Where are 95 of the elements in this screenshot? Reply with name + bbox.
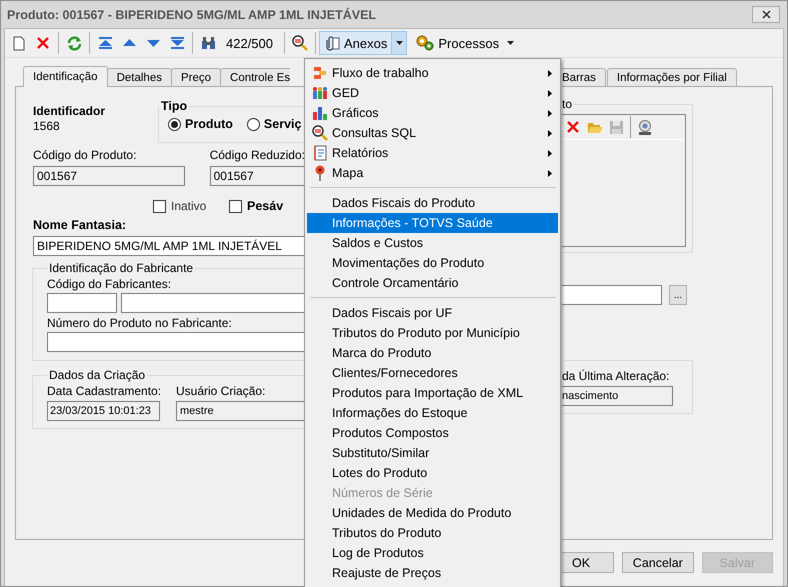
close-button[interactable]	[752, 6, 780, 23]
group-title: Identificação do Fabricante	[48, 261, 194, 275]
menu-item[interactable]: Clientes/Fornecedores	[307, 363, 558, 383]
last-record-icon[interactable]	[170, 37, 184, 49]
tab[interactable]: Informações por Filial	[606, 68, 737, 86]
group-title: to	[562, 97, 574, 111]
dialog-button[interactable]: Cancelar	[622, 552, 694, 573]
menu-item[interactable]: Substituto/Similar	[307, 443, 558, 463]
input-field[interactable]	[47, 332, 305, 352]
input-field[interactable]	[121, 293, 305, 313]
report-icon	[312, 145, 326, 161]
tab[interactable]: Identificação	[23, 66, 108, 87]
attachment-list[interactable]	[562, 114, 686, 247]
checkbox[interactable]: Pesáv	[229, 199, 305, 213]
lookup-button[interactable]: ...	[669, 285, 687, 305]
identifier-value: 1568	[33, 119, 61, 133]
menu-item[interactable]: GED	[307, 83, 558, 103]
delete-icon[interactable]	[36, 36, 50, 50]
radio-button[interactable]: Serviç	[246, 117, 302, 131]
close-icon	[762, 10, 770, 19]
menu-item[interactable]: Saldos e Custos	[307, 233, 558, 253]
checkbox[interactable]: Inativo	[153, 199, 229, 213]
field-label: Nome Fantasia:	[33, 218, 128, 232]
menu-item[interactable]: Tributos do Produto por Município	[307, 323, 558, 343]
input-field[interactable]: BIPERIDENO 5MG/ML AMP 1ML INJETÁVEL	[33, 236, 305, 256]
submenu-arrow-icon	[548, 170, 552, 176]
menu-item[interactable]: Gráficos	[307, 103, 558, 123]
menu-item[interactable]: Dados Fiscais por UF	[307, 303, 558, 323]
field-label: Código do Produto:	[33, 148, 138, 162]
window-title: Produto: 001567 - BIPERIDENO 5MG/ML AMP 1ML INJETÁVEL	[7, 8, 376, 22]
people-icon	[312, 86, 328, 100]
field-label: da Última Alteração:	[562, 369, 670, 383]
delete-icon[interactable]	[566, 120, 580, 134]
menu-item[interactable]: Unidades de Medida do Produto	[307, 503, 558, 523]
submenu-arrow-icon	[548, 70, 552, 76]
down-arrow-icon[interactable]	[146, 39, 160, 47]
field-label: Usuário Criação:	[176, 384, 266, 398]
input-field[interactable]: 001567	[210, 166, 305, 186]
tab[interactable]: Barras	[562, 68, 606, 86]
input-field[interactable]: nascimento	[562, 386, 673, 406]
workflow-icon	[312, 66, 326, 80]
field-label: Código do Fabricantes:	[47, 277, 172, 291]
menu-item[interactable]: Log de Produtos	[307, 543, 558, 563]
new-document-icon[interactable]	[13, 36, 25, 50]
record-counter: 422/500	[225, 36, 274, 50]
paperclip-icon	[324, 35, 340, 51]
input-field[interactable]: mestre	[176, 401, 305, 421]
tab[interactable]: Controle Es	[220, 68, 290, 86]
tab[interactable]: Preço	[170, 68, 222, 86]
field-label: Data Cadastramento:	[47, 384, 162, 398]
webcam-icon[interactable]	[638, 120, 652, 134]
menu-item[interactable]: Informações do Estoque	[307, 403, 558, 423]
field-label: Código Reduzido:	[210, 148, 305, 162]
submenu-arrow-icon	[548, 90, 552, 96]
up-arrow-icon[interactable]	[122, 39, 136, 47]
toolbar-button[interactable]: Anexos	[319, 31, 408, 55]
caret-icon	[396, 41, 403, 45]
input-field[interactable]: 23/03/2015 10:01:23	[47, 401, 160, 421]
tab[interactable]: Detalhes	[106, 68, 172, 86]
menu-item[interactable]: Tributos do Produto	[307, 523, 558, 543]
binoculars-icon[interactable]	[200, 36, 216, 50]
caret-icon	[506, 41, 514, 45]
gears-icon	[416, 35, 434, 51]
sql-search-icon[interactable]	[292, 35, 308, 51]
magnifier-icon	[312, 125, 328, 141]
menu-item[interactable]: Produtos Compostos	[307, 423, 558, 443]
menu-item[interactable]: Fluxo de trabalho	[307, 63, 558, 83]
menu-item[interactable]: Marca do Produto	[307, 343, 558, 363]
menu-item[interactable]: Consultas SQL	[307, 123, 558, 143]
menu-item[interactable]: Movimentações do Produto	[307, 253, 558, 273]
input-field[interactable]: 001567	[33, 166, 185, 186]
menu-item[interactable]: Mapa	[307, 163, 558, 183]
field-label: Identificador	[33, 104, 106, 118]
menu-item[interactable]: Produtos para Importação de XML	[307, 383, 558, 403]
map-pin-icon	[314, 165, 326, 181]
dialog-button[interactable]: OK	[562, 552, 614, 573]
menu-item[interactable]: Lotes do Produto	[307, 463, 558, 483]
refresh-icon[interactable]	[66, 36, 82, 50]
field-label: Número do Produto no Fabricante:	[47, 316, 233, 330]
menu-item[interactable]: Reajuste de Preços	[307, 563, 558, 583]
menu-item[interactable]: Controle Orcamentário	[307, 273, 558, 293]
menu-item[interactable]: Relatórios	[307, 143, 558, 163]
group-title: Tipo	[160, 99, 188, 113]
toolbar-button[interactable]: Processos	[411, 31, 518, 55]
input-field[interactable]	[562, 285, 662, 305]
submenu-arrow-icon	[548, 150, 552, 156]
menu-item[interactable]: Dados Fiscais do Produto	[307, 193, 558, 213]
group-title: Dados da Criação	[48, 368, 146, 382]
menu-item[interactable]: Informações - TOTVS Saúde	[307, 213, 558, 233]
first-record-icon[interactable]	[98, 37, 112, 49]
submenu-arrow-icon	[548, 130, 552, 136]
bar-chart-icon	[312, 106, 328, 120]
radio-button[interactable]: Produto	[168, 117, 233, 131]
input-field[interactable]	[47, 293, 117, 313]
submenu-arrow-icon	[548, 110, 552, 116]
